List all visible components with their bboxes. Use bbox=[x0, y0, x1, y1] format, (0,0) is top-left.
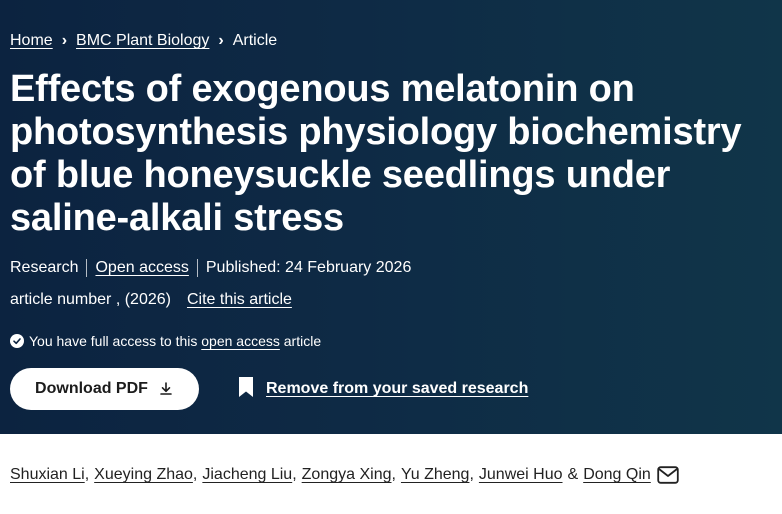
author-list: Shuxian Li, Xueying Zhao, Jiacheng Liu, … bbox=[10, 462, 679, 488]
published-date: Published: 24 February 2026 bbox=[205, 259, 412, 276]
download-icon bbox=[158, 381, 174, 397]
author-link[interactable]: Zongya Xing bbox=[302, 466, 392, 484]
download-pdf-label: Download PDF bbox=[35, 380, 148, 397]
breadcrumb-separator-icon: › bbox=[218, 32, 224, 49]
breadcrumb-separator-icon: › bbox=[61, 32, 68, 49]
breadcrumb-journal-link[interactable]: BMC Plant Biology bbox=[76, 32, 209, 50]
author-link[interactable]: Yu Zheng bbox=[401, 466, 470, 484]
cite-article-link[interactable]: Cite this article bbox=[187, 291, 292, 309]
breadcrumb-current: Article bbox=[232, 32, 278, 49]
mail-icon[interactable] bbox=[657, 466, 679, 484]
article-citation-row: article number , (2026) Cite this articl… bbox=[10, 288, 292, 312]
author-link[interactable]: Junwei Huo bbox=[479, 466, 563, 484]
author-conjunction: & bbox=[567, 466, 579, 483]
breadcrumb: Home › BMC Plant Biology › Article bbox=[10, 29, 277, 53]
check-circle-icon bbox=[10, 334, 24, 348]
access-notice-suffix: article bbox=[283, 333, 322, 349]
article-meta: Research Open access Published: 24 Febru… bbox=[10, 256, 411, 280]
bookmark-icon bbox=[238, 376, 254, 403]
article-title: Effects of exogenous melatonin on photos… bbox=[10, 68, 742, 239]
access-notice-text: You have full access to this bbox=[29, 333, 198, 349]
open-access-link[interactable]: Open access bbox=[95, 259, 188, 277]
author-link[interactable]: Jiacheng Liu bbox=[202, 466, 292, 484]
article-type: Research bbox=[10, 259, 79, 276]
article-header: Home › BMC Plant Biology › Article Effec… bbox=[0, 0, 782, 434]
download-pdf-button[interactable]: Download PDF bbox=[10, 368, 199, 410]
meta-divider bbox=[196, 259, 198, 277]
article-number: article number , (2026) bbox=[10, 291, 171, 308]
author-link[interactable]: Xueying Zhao bbox=[94, 466, 193, 484]
author-link-corresponding[interactable]: Dong Qin bbox=[583, 466, 651, 484]
remove-saved-research-label: Remove from your saved research bbox=[266, 380, 529, 397]
remove-saved-research-button[interactable]: Remove from your saved research bbox=[238, 376, 529, 403]
author-link[interactable]: Shuxian Li bbox=[10, 466, 85, 484]
breadcrumb-home-link[interactable]: Home bbox=[10, 32, 53, 50]
access-notice: You have full access to this open access… bbox=[10, 331, 321, 351]
access-notice-link[interactable]: open access bbox=[201, 333, 280, 349]
meta-divider bbox=[86, 259, 88, 277]
